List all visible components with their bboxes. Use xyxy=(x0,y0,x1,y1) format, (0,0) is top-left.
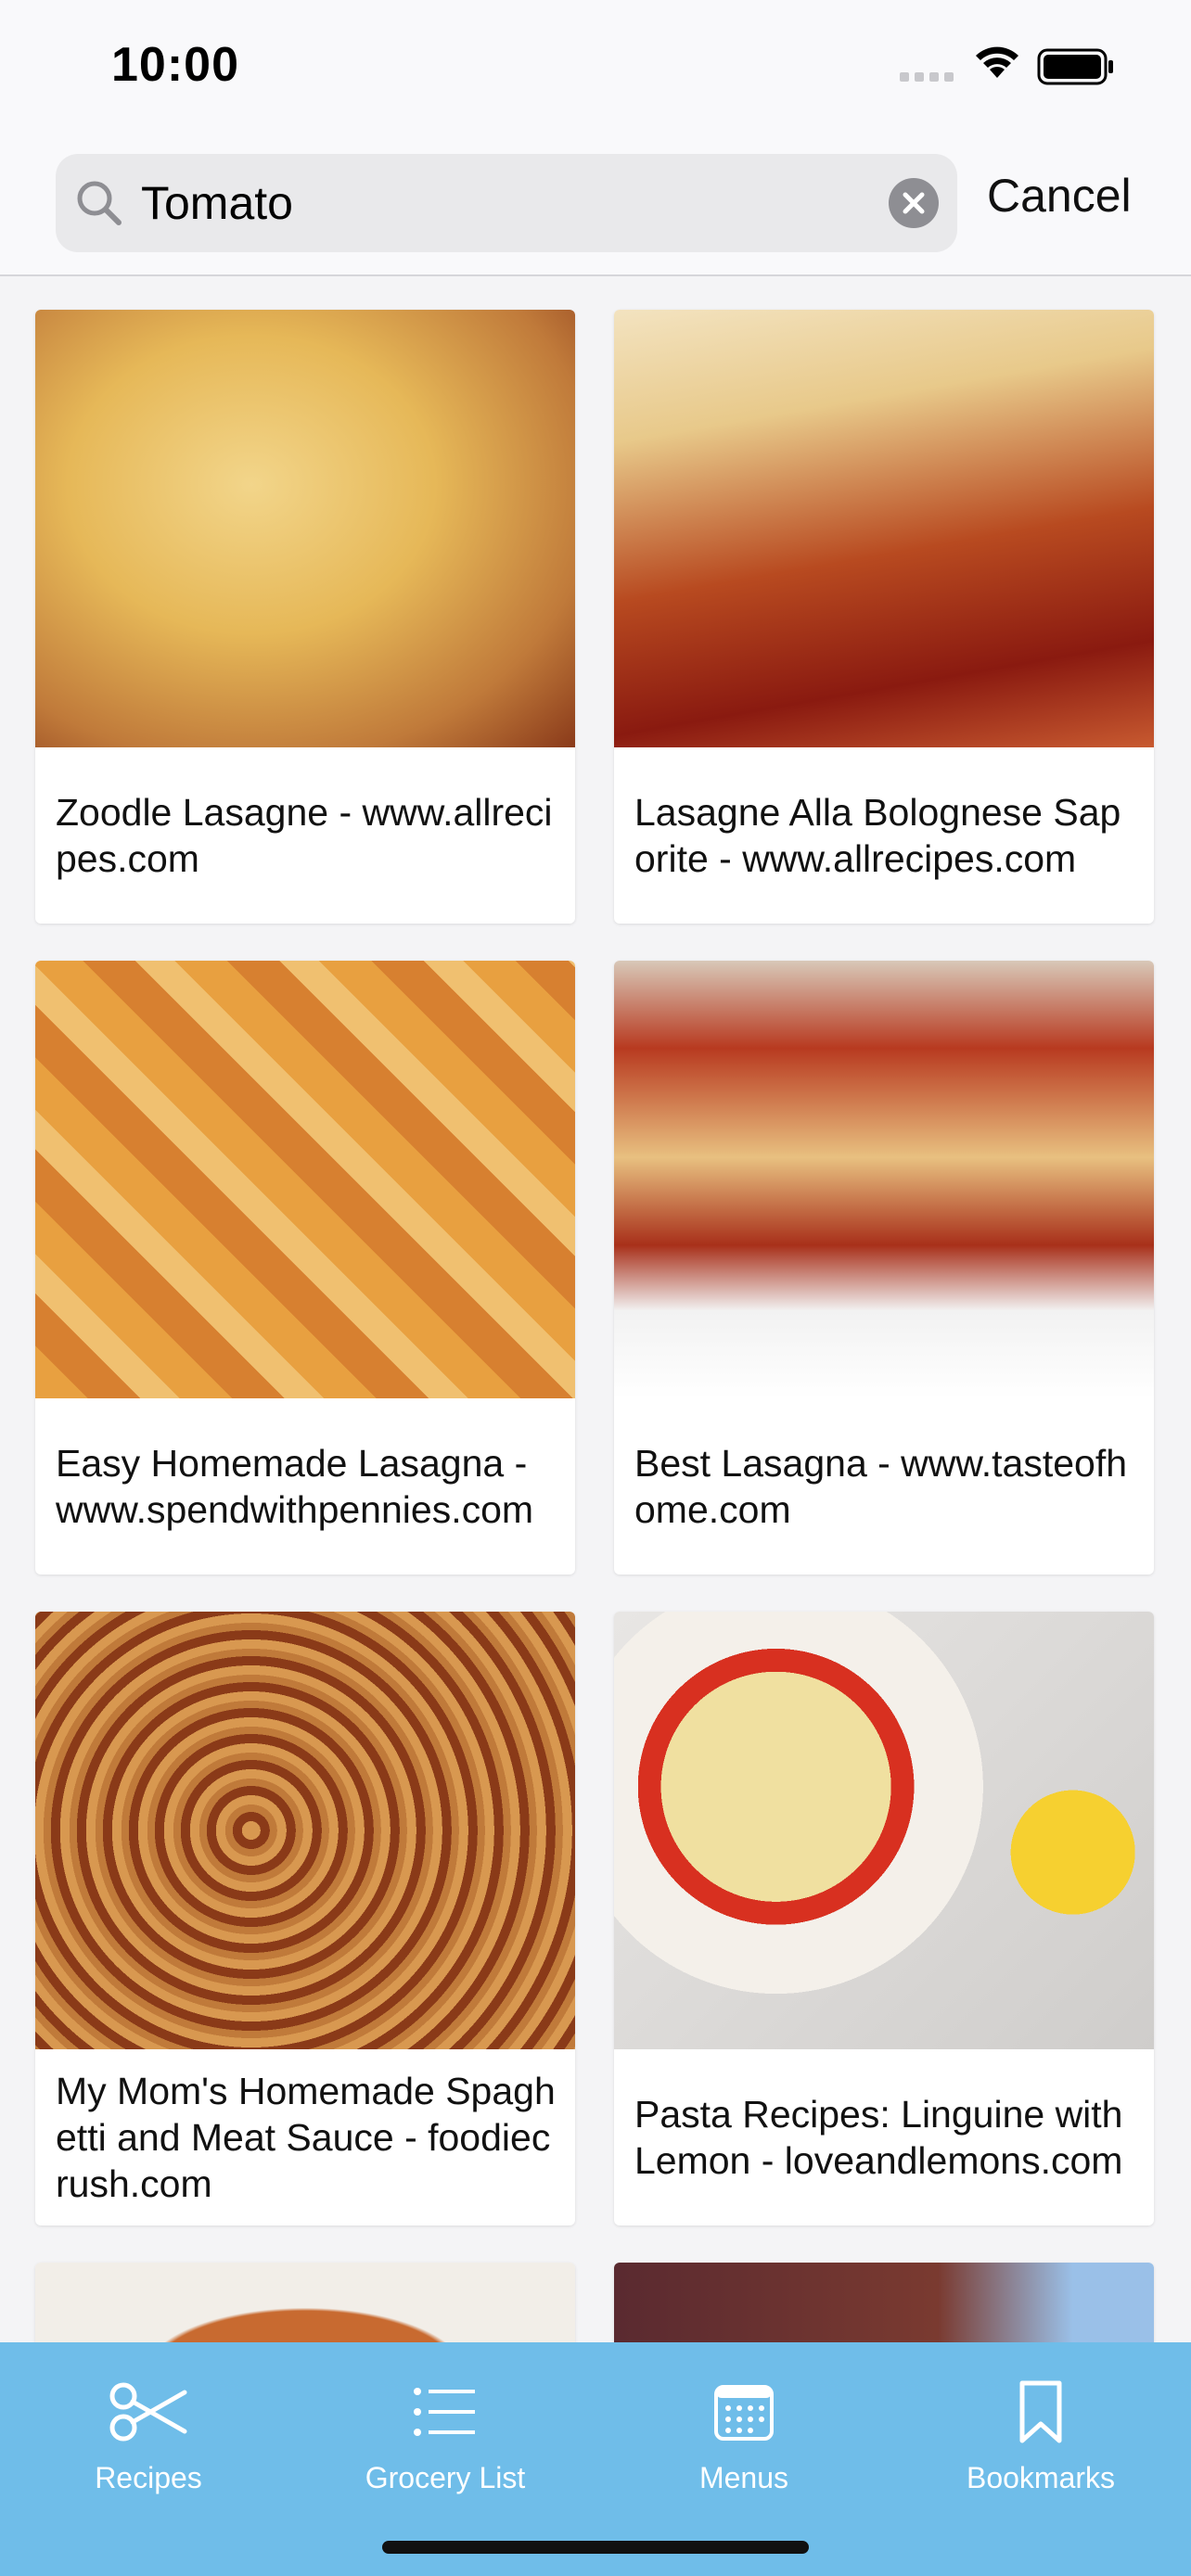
recipe-caption: Lasagne Alla Bolognese Saporite - www.al… xyxy=(634,791,1121,880)
recipe-caption: My Mom's Homemade Spaghetti and Meat Sau… xyxy=(56,2070,556,2205)
cellular-signal-icon xyxy=(900,72,954,82)
recipe-image xyxy=(35,961,575,1398)
tab-label: Menus xyxy=(698,2461,789,2494)
status-time: 10:00 xyxy=(111,38,239,92)
status-bar: 10:00 xyxy=(0,0,1191,139)
search-header: Cancel xyxy=(0,139,1191,276)
recipe-caption: Pasta Recipes: Linguine with Lemon - lov… xyxy=(634,2093,1123,2182)
cancel-button[interactable]: Cancel xyxy=(987,169,1132,223)
battery-icon xyxy=(1037,48,1115,90)
recipe-image xyxy=(614,961,1154,1398)
tab-bookmarks[interactable]: Bookmarks xyxy=(920,2370,1161,2495)
tab-label: Bookmarks xyxy=(966,2461,1116,2494)
home-indicator xyxy=(382,2541,809,2554)
recipe-image xyxy=(35,310,575,747)
search-icon xyxy=(74,178,124,233)
tab-recipes[interactable]: Recipes xyxy=(28,2370,269,2495)
bookmark-icon xyxy=(920,2370,1161,2454)
tab-grocery-list[interactable]: Grocery List xyxy=(325,2370,566,2495)
search-field[interactable] xyxy=(56,154,957,252)
calendar-icon xyxy=(623,2370,864,2454)
recipe-image xyxy=(614,310,1154,747)
recipe-card[interactable] xyxy=(35,2263,575,2355)
recipe-image xyxy=(614,1612,1154,2049)
recipe-card[interactable]: Easy Homemade Lasagna - www.spendwithpen… xyxy=(35,961,575,1575)
tab-label: Recipes xyxy=(95,2461,202,2494)
recipe-card[interactable]: Pasta Recipes: Linguine with Lemon - lov… xyxy=(614,1612,1154,2225)
recipe-card[interactable]: Best Lasagna - www.tasteofhome.com xyxy=(614,961,1154,1575)
recipe-card[interactable]: Zoodle Lasagne - www.allrecipes.com xyxy=(35,310,575,924)
scissors-icon xyxy=(28,2370,269,2454)
clear-icon xyxy=(903,192,925,214)
recipe-caption: Easy Homemade Lasagna - www.spendwithpen… xyxy=(56,1442,534,1531)
tab-menus[interactable]: Menus xyxy=(623,2370,864,2495)
tab-label: Grocery List xyxy=(365,2461,526,2494)
wifi-icon xyxy=(972,43,1022,84)
recipe-image xyxy=(35,2263,575,2355)
recipe-card[interactable] xyxy=(614,2263,1154,2355)
search-input[interactable] xyxy=(141,154,864,252)
recipe-caption: Zoodle Lasagne - www.allrecipes.com xyxy=(56,791,553,880)
clear-search-button[interactable] xyxy=(889,178,939,228)
recipe-card[interactable]: My Mom's Homemade Spaghetti and Meat Sau… xyxy=(35,1612,575,2225)
recipe-card[interactable]: Lasagne Alla Bolognese Saporite - www.al… xyxy=(614,310,1154,924)
recipe-image xyxy=(35,1612,575,2049)
recipe-caption: Best Lasagna - www.tasteofhome.com xyxy=(634,1442,1128,1531)
recipe-image xyxy=(614,2263,1154,2355)
list-icon xyxy=(325,2370,566,2454)
